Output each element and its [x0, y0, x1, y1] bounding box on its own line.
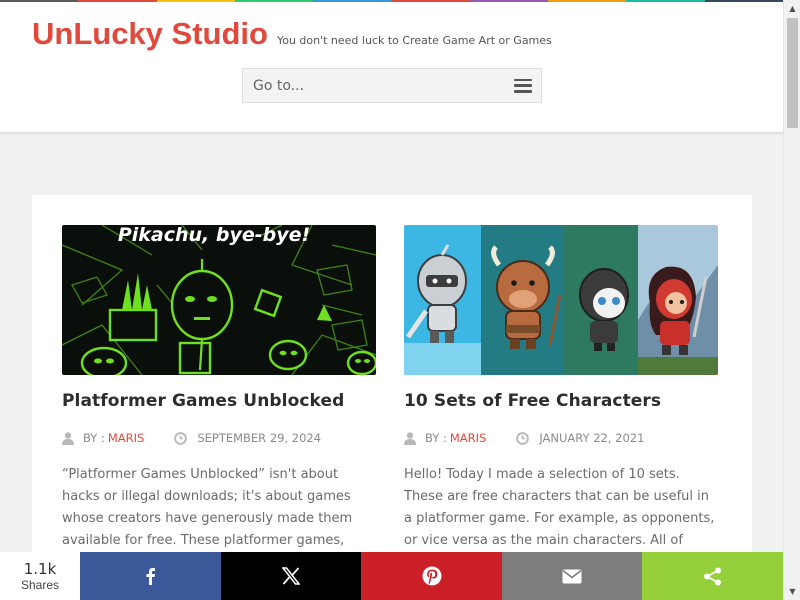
- pinterest-icon: [422, 566, 441, 586]
- post-title-link[interactable]: 10 Sets of Free Characters: [404, 391, 718, 411]
- share-icon: [704, 567, 721, 585]
- email-share-button[interactable]: [502, 552, 642, 600]
- post-card: Pikachu, bye-bye! Platformer Games Unblo…: [62, 225, 376, 574]
- social-share-bar: 1.1k Shares: [0, 552, 783, 600]
- user-icon: [62, 431, 74, 445]
- share-count-label: Shares: [20, 577, 60, 592]
- clock-icon: [174, 431, 188, 445]
- thumbnail-caption: Pikachu, bye-bye!: [118, 225, 310, 246]
- posts-container: Pikachu, bye-bye! Platformer Games Unblo…: [32, 195, 752, 600]
- author-link[interactable]: MARIS: [450, 431, 486, 445]
- free-characters-thumbnail-image: [404, 225, 718, 375]
- branding: UnLucky Studio You don't need luck to Cr…: [32, 16, 552, 52]
- share-count-number: 1.1k: [23, 559, 57, 578]
- page-scrollbar[interactable]: ▲ ▼: [783, 0, 800, 600]
- post-thumbnail-link[interactable]: Pikachu, bye-bye!: [62, 225, 376, 375]
- site-tagline: You don't need luck to Create Game Art o…: [276, 34, 552, 47]
- email-icon: [562, 569, 582, 583]
- site-header: UnLucky Studio You don't need luck to Cr…: [0, 2, 783, 133]
- by-label: BY :: [425, 431, 447, 445]
- goto-navigation-select[interactable]: Go to...: [242, 68, 542, 103]
- post-thumbnail-link[interactable]: [404, 225, 718, 375]
- post-card: 10 Sets of Free Characters BY : MARIS JA…: [404, 225, 718, 574]
- post-meta: BY : MARIS SEPTEMBER 29, 2024: [62, 431, 376, 445]
- post-date: SEPTEMBER 29, 2024: [197, 431, 322, 445]
- pikachu-game-thumbnail-image: Pikachu, bye-bye!: [62, 225, 376, 375]
- site-title-link[interactable]: UnLucky Studio: [32, 16, 268, 52]
- x-icon: [282, 567, 300, 585]
- scroll-up-arrow-icon[interactable]: ▲: [784, 0, 800, 17]
- scroll-down-arrow-icon[interactable]: ▼: [784, 583, 800, 600]
- post-meta: BY : MARIS JANUARY 22, 2021: [404, 431, 718, 445]
- user-icon: [404, 431, 416, 445]
- x-share-button[interactable]: [221, 552, 361, 600]
- goto-label: Go to...: [253, 77, 305, 94]
- by-label: BY :: [83, 431, 105, 445]
- share-count: 1.1k Shares: [0, 552, 80, 600]
- author-link[interactable]: MARIS: [108, 431, 144, 445]
- facebook-icon: [146, 568, 155, 585]
- post-date: JANUARY 22, 2021: [539, 431, 645, 445]
- more-share-button[interactable]: [642, 552, 783, 600]
- hamburger-menu-icon: [514, 78, 532, 93]
- scroll-thumb[interactable]: [787, 18, 798, 128]
- pinterest-share-button[interactable]: [361, 552, 502, 600]
- clock-icon: [516, 431, 530, 445]
- post-title-link[interactable]: Platformer Games Unblocked: [62, 391, 376, 411]
- facebook-share-button[interactable]: [80, 552, 221, 600]
